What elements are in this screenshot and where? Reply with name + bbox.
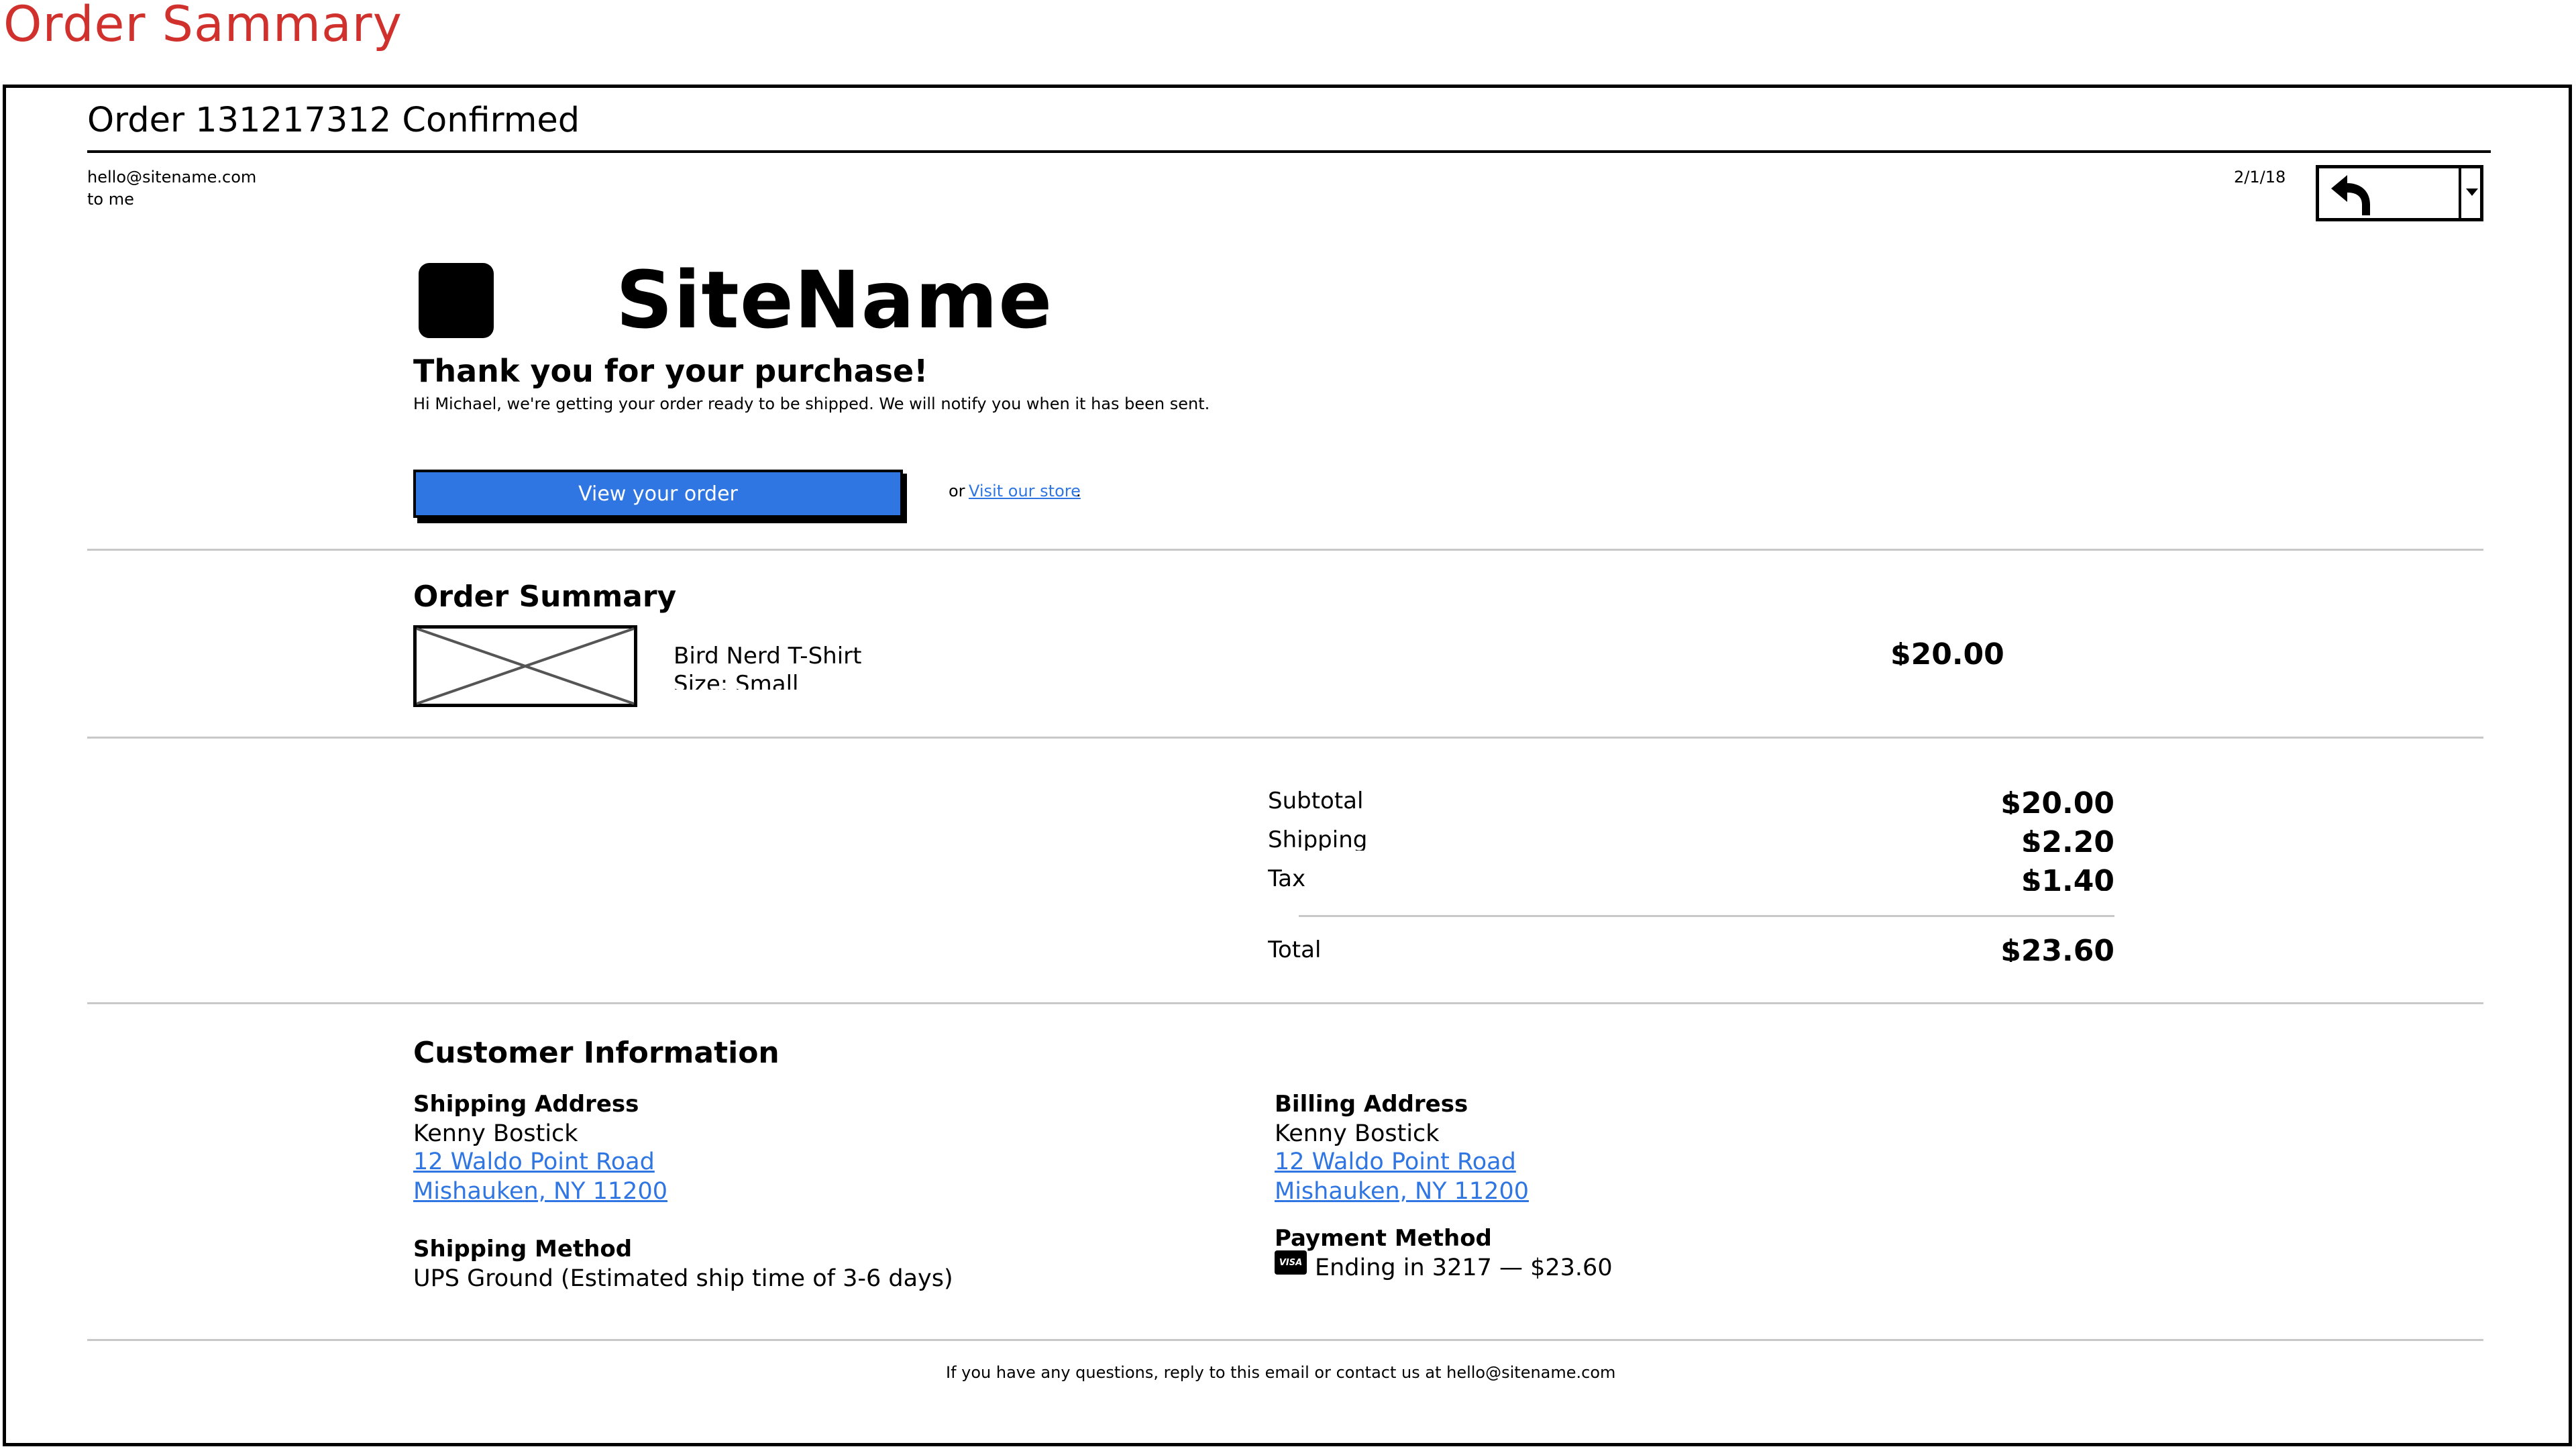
billing-name: Kenny Bostick (1275, 1120, 1440, 1147)
total-label: Total (1268, 936, 1322, 963)
shipping-name: Kenny Bostick (413, 1120, 578, 1147)
shipping-address-line2-link[interactable]: Mishauken, NY 11200 (413, 1178, 667, 1205)
view-order-button[interactable]: View your order (413, 470, 903, 518)
page-title: Order Sammary (3, 0, 402, 53)
or-text: or (949, 482, 965, 500)
payment-method-value: Ending in 3217 — $23.60 (1315, 1254, 1613, 1281)
recipient-label: to me (87, 190, 134, 209)
subtotal-value: $20.00 (2000, 786, 2114, 814)
total-value: $23.60 (2000, 934, 2114, 962)
item-size: Size: Small (674, 671, 799, 690)
subtotal-label: Subtotal (1268, 788, 1364, 814)
image-placeholder-icon (413, 625, 637, 707)
shipping-value: $2.20 (2021, 825, 2114, 852)
caret-down-icon[interactable] (2466, 189, 2478, 196)
customer-info-heading: Customer Information (413, 1036, 780, 1070)
intro-text: Hi Michael, we're getting your order rea… (413, 394, 1210, 413)
shipping-method-heading: Shipping Method (413, 1236, 633, 1263)
section-divider (87, 737, 2483, 739)
logo-square-icon (419, 263, 494, 338)
item-name: Bird Nerd T-Shirt (674, 643, 862, 669)
email-date: 2/1/18 (2234, 168, 2286, 186)
sender-address: hello@sitename.com (87, 168, 257, 186)
section-divider (87, 1002, 2483, 1004)
reply-arrow-icon[interactable] (2328, 174, 2374, 217)
thank-you-heading: Thank you for your purchase! (413, 353, 928, 389)
subject-divider (87, 150, 2491, 153)
item-price: $20.00 (1890, 637, 2004, 665)
shipping-address-line1-link[interactable]: 12 Waldo Point Road (413, 1148, 655, 1175)
order-summary-heading: Order Summary (413, 580, 677, 614)
shipping-address-heading: Shipping Address (413, 1091, 639, 1118)
tax-value: $1.40 (2021, 864, 2114, 891)
payment-method-heading: Payment Method (1275, 1225, 1492, 1252)
billing-address-heading: Billing Address (1275, 1091, 1468, 1118)
section-divider (87, 549, 2483, 551)
email-subject: Order 131217312 Confirmed (87, 101, 580, 140)
split-divider (2459, 168, 2461, 218)
tax-label: Tax (1268, 865, 1306, 892)
shipping-label: Shipping (1268, 826, 1368, 851)
footer-text: If you have any questions, reply to this… (946, 1363, 1616, 1382)
billing-address-line1-link[interactable]: 12 Waldo Point Road (1275, 1148, 1516, 1175)
section-divider (87, 1339, 2483, 1341)
totals-divider (1299, 915, 2114, 917)
visit-store-link[interactable]: Visit our store (969, 482, 1081, 500)
reply-button-group[interactable] (2316, 165, 2483, 221)
visa-card-icon: VISA (1275, 1250, 1307, 1275)
site-name: SiteName (616, 254, 1053, 346)
billing-address-line2-link[interactable]: Mishauken, NY 11200 (1275, 1178, 1529, 1205)
shipping-method-value: UPS Ground (Estimated ship time of 3-6 d… (413, 1265, 953, 1292)
link-period: . (1076, 482, 1081, 500)
